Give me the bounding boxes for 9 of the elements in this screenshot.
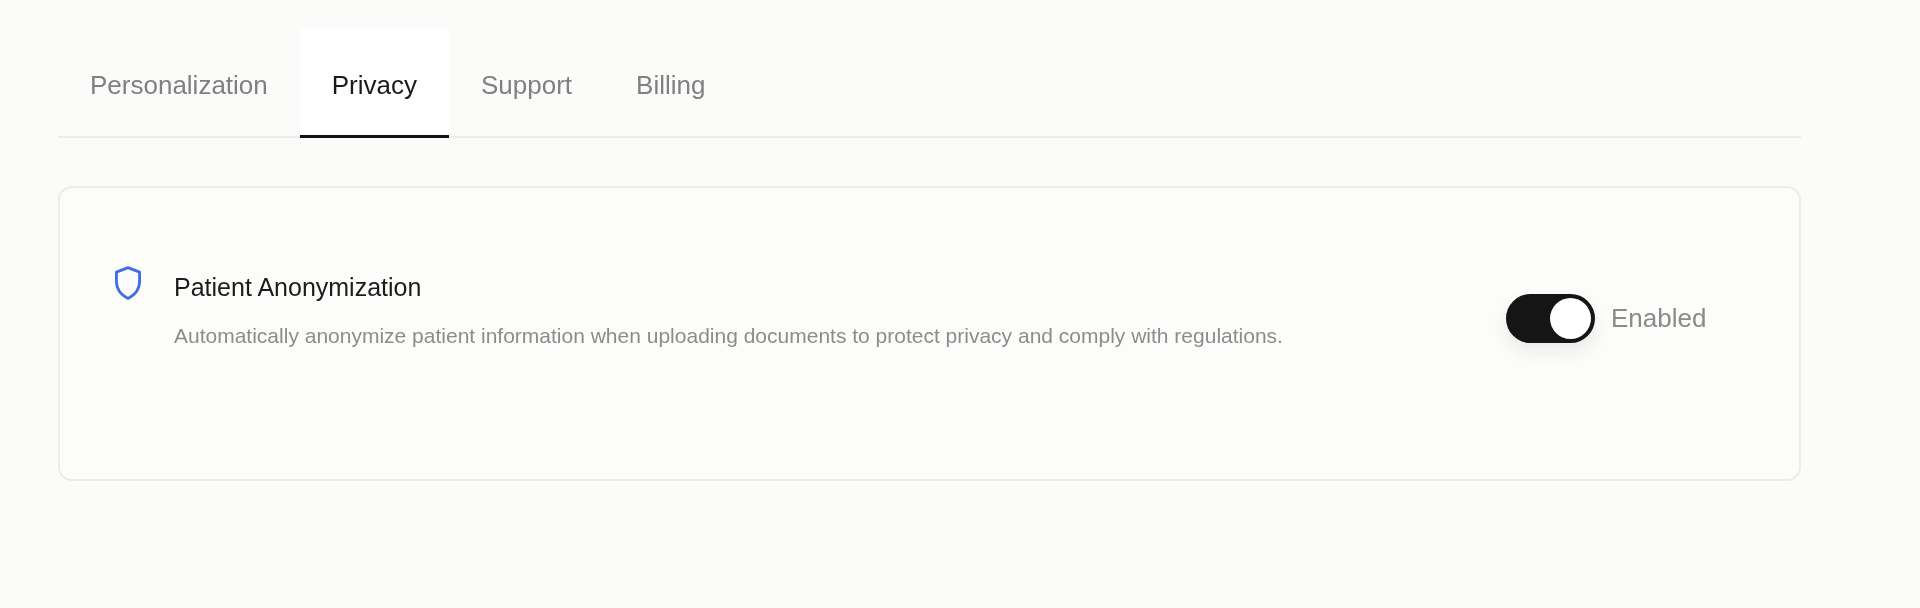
shield-icon	[112, 265, 144, 301]
tab[interactable]: Support	[449, 28, 605, 138]
toggle-switch[interactable]	[1506, 294, 1595, 343]
tab[interactable]: Personalization	[58, 28, 300, 138]
tab[interactable]: Billing	[604, 28, 738, 138]
tab[interactable]: Privacy	[299, 28, 450, 138]
toggle-status: Enabled	[1611, 303, 1707, 334]
setting-description: Automatically anonymize patient information when uploading documents to protect privacy and comply with regulations.	[174, 323, 1284, 349]
setting-title: Patient Anonymization	[174, 273, 423, 302]
